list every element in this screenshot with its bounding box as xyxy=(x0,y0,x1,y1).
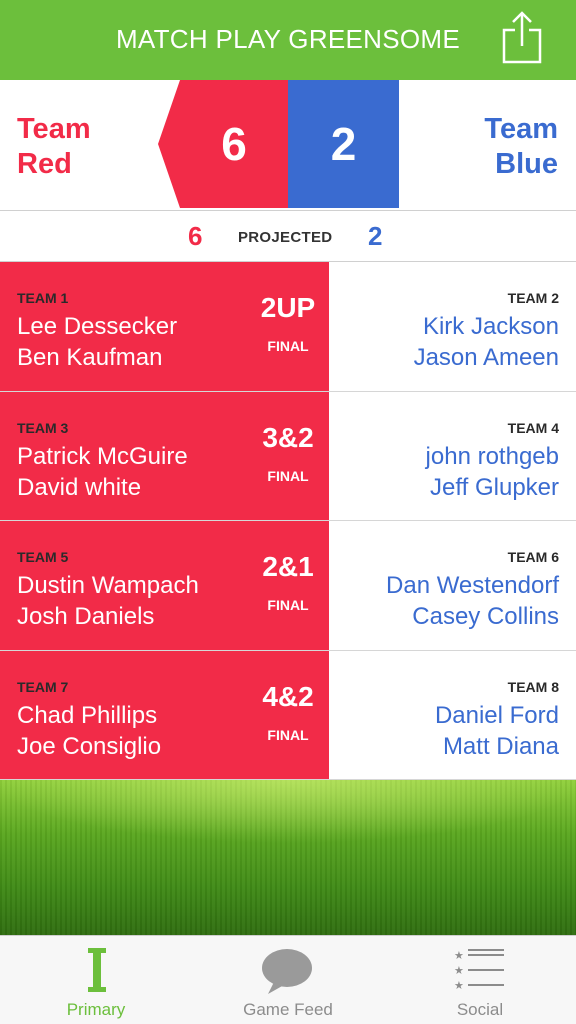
match-status: FINAL xyxy=(267,467,309,484)
match-row[interactable]: TEAM 3 Patrick McGuire David white 3&2 F… xyxy=(0,391,576,521)
red-player: Chad Phillips xyxy=(17,701,158,729)
tab-bar: Primary Game Feed ★ ★ ★ Social xyxy=(0,935,576,1024)
red-players: Dustin Wampach Josh Daniels xyxy=(17,570,199,632)
scoreboard: Team Red 6 2 Team Blue xyxy=(0,80,576,210)
red-team-number: TEAM 3 xyxy=(17,419,69,436)
team-blue-label: Team Blue xyxy=(484,112,558,182)
blue-team-number: TEAM 6 xyxy=(507,549,559,565)
tab-label: Primary xyxy=(66,1000,126,1019)
blue-players: john rothgeb Jeff Glupker xyxy=(426,441,559,503)
blue-side: TEAM 6 Dan Westendorf Casey Collins xyxy=(329,521,576,650)
red-side: TEAM 1 Lee Dessecker Ben Kaufman 2UP FIN… xyxy=(0,262,329,391)
blue-side: TEAM 4 john rothgeb Jeff Glupker xyxy=(329,391,576,520)
grass-background xyxy=(0,780,576,935)
match-status: FINAL xyxy=(267,597,309,613)
blue-team-number: TEAM 8 xyxy=(507,678,559,695)
team-red-line2: Red xyxy=(17,148,72,180)
blue-team-number: TEAM 4 xyxy=(507,419,559,436)
team-blue-line2: Blue xyxy=(495,148,558,180)
blue-player: Jeff Glupker xyxy=(430,473,559,501)
projected-label: PROJECTED xyxy=(238,229,333,246)
projected-red-score: 6 xyxy=(188,221,203,251)
blue-players: Kirk Jackson Jason Ameen xyxy=(414,311,559,373)
red-team-number: TEAM 1 xyxy=(17,290,69,306)
blue-player: Jason Ameen xyxy=(413,344,559,371)
blue-player: Matt Diana xyxy=(442,732,559,760)
match-result: 3&2 xyxy=(262,421,314,453)
blue-players: Dan Westendorf Casey Collins xyxy=(386,570,559,632)
share-button[interactable] xyxy=(498,8,546,66)
team-blue-score-box: 2 xyxy=(288,80,399,208)
match-status: FINAL xyxy=(267,338,309,354)
tab-label: Social xyxy=(456,1000,504,1019)
match-list: TEAM 1 Lee Dessecker Ben Kaufman 2UP FIN… xyxy=(0,262,576,780)
red-players: Chad Phillips Joe Consiglio xyxy=(17,700,161,762)
list-icon: ★ ★ ★ xyxy=(454,949,504,992)
team-red-line1: Team xyxy=(17,113,91,145)
primary-icon xyxy=(88,948,106,992)
chat-bubble-icon xyxy=(262,949,312,994)
team-red-score: 6 xyxy=(221,118,247,170)
blue-side: TEAM 8 Daniel Ford Matt Diana xyxy=(329,650,576,779)
blue-players: Daniel Ford Matt Diana xyxy=(435,700,559,762)
blue-player: Daniel Ford xyxy=(434,701,559,729)
svg-text:★: ★ xyxy=(454,964,464,977)
red-player: Lee Dessecker xyxy=(17,313,178,340)
match-row[interactable]: TEAM 7 Chad Phillips Joe Consiglio 4&2 F… xyxy=(0,650,576,780)
red-players: Lee Dessecker Ben Kaufman xyxy=(17,311,177,373)
red-player: David white xyxy=(17,473,142,501)
match-result: 2UP xyxy=(260,292,316,323)
red-player: Joe Consiglio xyxy=(17,732,162,760)
tab-game-feed[interactable]: Game Feed xyxy=(192,936,384,1024)
red-side: TEAM 7 Chad Phillips Joe Consiglio 4&2 F… xyxy=(0,650,329,779)
blue-player: Kirk Jackson xyxy=(422,313,559,340)
team-red-label: Team Red xyxy=(17,112,91,182)
match-result: 2&1 xyxy=(262,551,314,582)
blue-team-number: TEAM 2 xyxy=(507,290,559,306)
red-players: Patrick McGuire David white xyxy=(17,441,188,503)
team-blue-score: 2 xyxy=(330,118,357,170)
red-side: TEAM 3 Patrick McGuire David white 3&2 F… xyxy=(0,391,329,520)
blue-player: Casey Collins xyxy=(412,603,559,630)
tab-social[interactable]: ★ ★ ★ Social xyxy=(384,936,576,1024)
tab-primary[interactable]: Primary xyxy=(0,936,192,1024)
team-blue-line1: Team xyxy=(484,113,558,145)
blue-player: Dan Westendorf xyxy=(386,572,559,599)
red-player: Josh Daniels xyxy=(17,603,155,630)
nav-bar: MATCH PLAY GREENSOME xyxy=(0,0,576,80)
red-player: Dustin Wampach xyxy=(17,572,199,599)
projected-row: 6 PROJECTED 2 xyxy=(0,210,576,262)
red-side: TEAM 5 Dustin Wampach Josh Daniels 2&1 F… xyxy=(0,521,329,650)
svg-text:★: ★ xyxy=(454,979,464,992)
match-status: FINAL xyxy=(267,726,309,743)
blue-side: TEAM 2 Kirk Jackson Jason Ameen xyxy=(329,262,576,391)
share-icon xyxy=(502,11,542,64)
match-row[interactable]: TEAM 5 Dustin Wampach Josh Daniels 2&1 F… xyxy=(0,521,576,651)
red-player: Patrick McGuire xyxy=(17,442,188,470)
team-red-score-box: 6 xyxy=(158,80,288,208)
tab-label: Game Feed xyxy=(243,1000,333,1019)
svg-text:★: ★ xyxy=(454,949,464,962)
match-row[interactable]: TEAM 1 Lee Dessecker Ben Kaufman 2UP FIN… xyxy=(0,262,576,392)
projected-blue-score: 2 xyxy=(368,221,383,251)
page-title: MATCH PLAY GREENSOME xyxy=(115,24,461,54)
red-player: Ben Kaufman xyxy=(17,344,163,371)
red-team-number: TEAM 5 xyxy=(17,549,69,565)
blue-player: john rothgeb xyxy=(425,442,559,470)
red-team-number: TEAM 7 xyxy=(17,678,69,695)
match-result: 4&2 xyxy=(262,680,314,712)
